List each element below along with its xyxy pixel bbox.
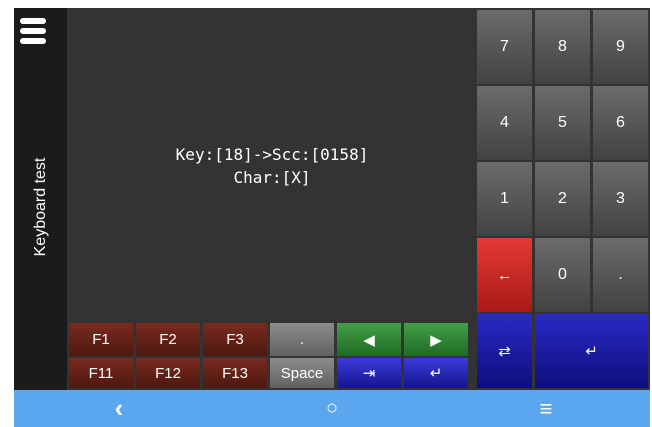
f13-key[interactable]: F13	[203, 358, 267, 388]
f2-key[interactable]: F2	[136, 323, 200, 356]
numpad-4-key[interactable]: 4	[477, 86, 532, 160]
android-nav-bar: ‹ ○ ≡	[14, 390, 650, 427]
f11-key[interactable]: F11	[69, 358, 133, 388]
right-arrow-key[interactable]: ▶	[404, 323, 468, 356]
key-scancode-text: Key:[18]->Scc:[0158]	[175, 145, 369, 164]
key-display: Key:[18]->Scc:[0158] Char:[X]	[67, 8, 477, 318]
numpad-9-key[interactable]: 9	[593, 10, 648, 84]
app-frame: Keyboard test Key:[18]->Scc:[0158] Char:…	[14, 8, 650, 390]
f1-key[interactable]: F1	[69, 323, 133, 356]
numpad-dot-key[interactable]: .	[593, 238, 648, 312]
backspace-key[interactable]: ←	[477, 238, 532, 312]
f12-key[interactable]: F12	[136, 358, 200, 388]
recents-menu-icon[interactable]: ≡	[521, 390, 571, 427]
numpad-6-key[interactable]: 6	[593, 86, 648, 160]
home-icon[interactable]: ○	[307, 390, 357, 427]
char-text: Char:[X]	[233, 168, 311, 187]
numpad-2-key[interactable]: 2	[535, 162, 590, 236]
back-icon[interactable]: ‹	[94, 390, 144, 427]
numpad-1-key[interactable]: 1	[477, 162, 532, 236]
space-key[interactable]: Space	[270, 358, 334, 388]
enter-key-small[interactable]: ↵	[404, 358, 468, 388]
dot-key[interactable]: .	[270, 323, 334, 356]
enter-key-large[interactable]: ↵	[535, 314, 648, 388]
menu-icon[interactable]	[20, 18, 46, 48]
left-arrow-key[interactable]: ◀	[337, 323, 401, 356]
sidebar-title: Keyboard test	[32, 157, 49, 257]
numpad-5-key[interactable]: 5	[535, 86, 590, 160]
numpad-3-key[interactable]: 3	[593, 162, 648, 236]
numpad-7-key[interactable]: 7	[477, 10, 532, 84]
tab-key[interactable]: ⇥	[337, 358, 401, 388]
numpad-8-key[interactable]: 8	[535, 10, 590, 84]
backtab-key[interactable]: ⇄	[477, 314, 532, 388]
f3-key[interactable]: F3	[203, 323, 267, 356]
sidebar: Keyboard test	[14, 8, 67, 390]
numpad-0-key[interactable]: 0	[535, 238, 590, 312]
